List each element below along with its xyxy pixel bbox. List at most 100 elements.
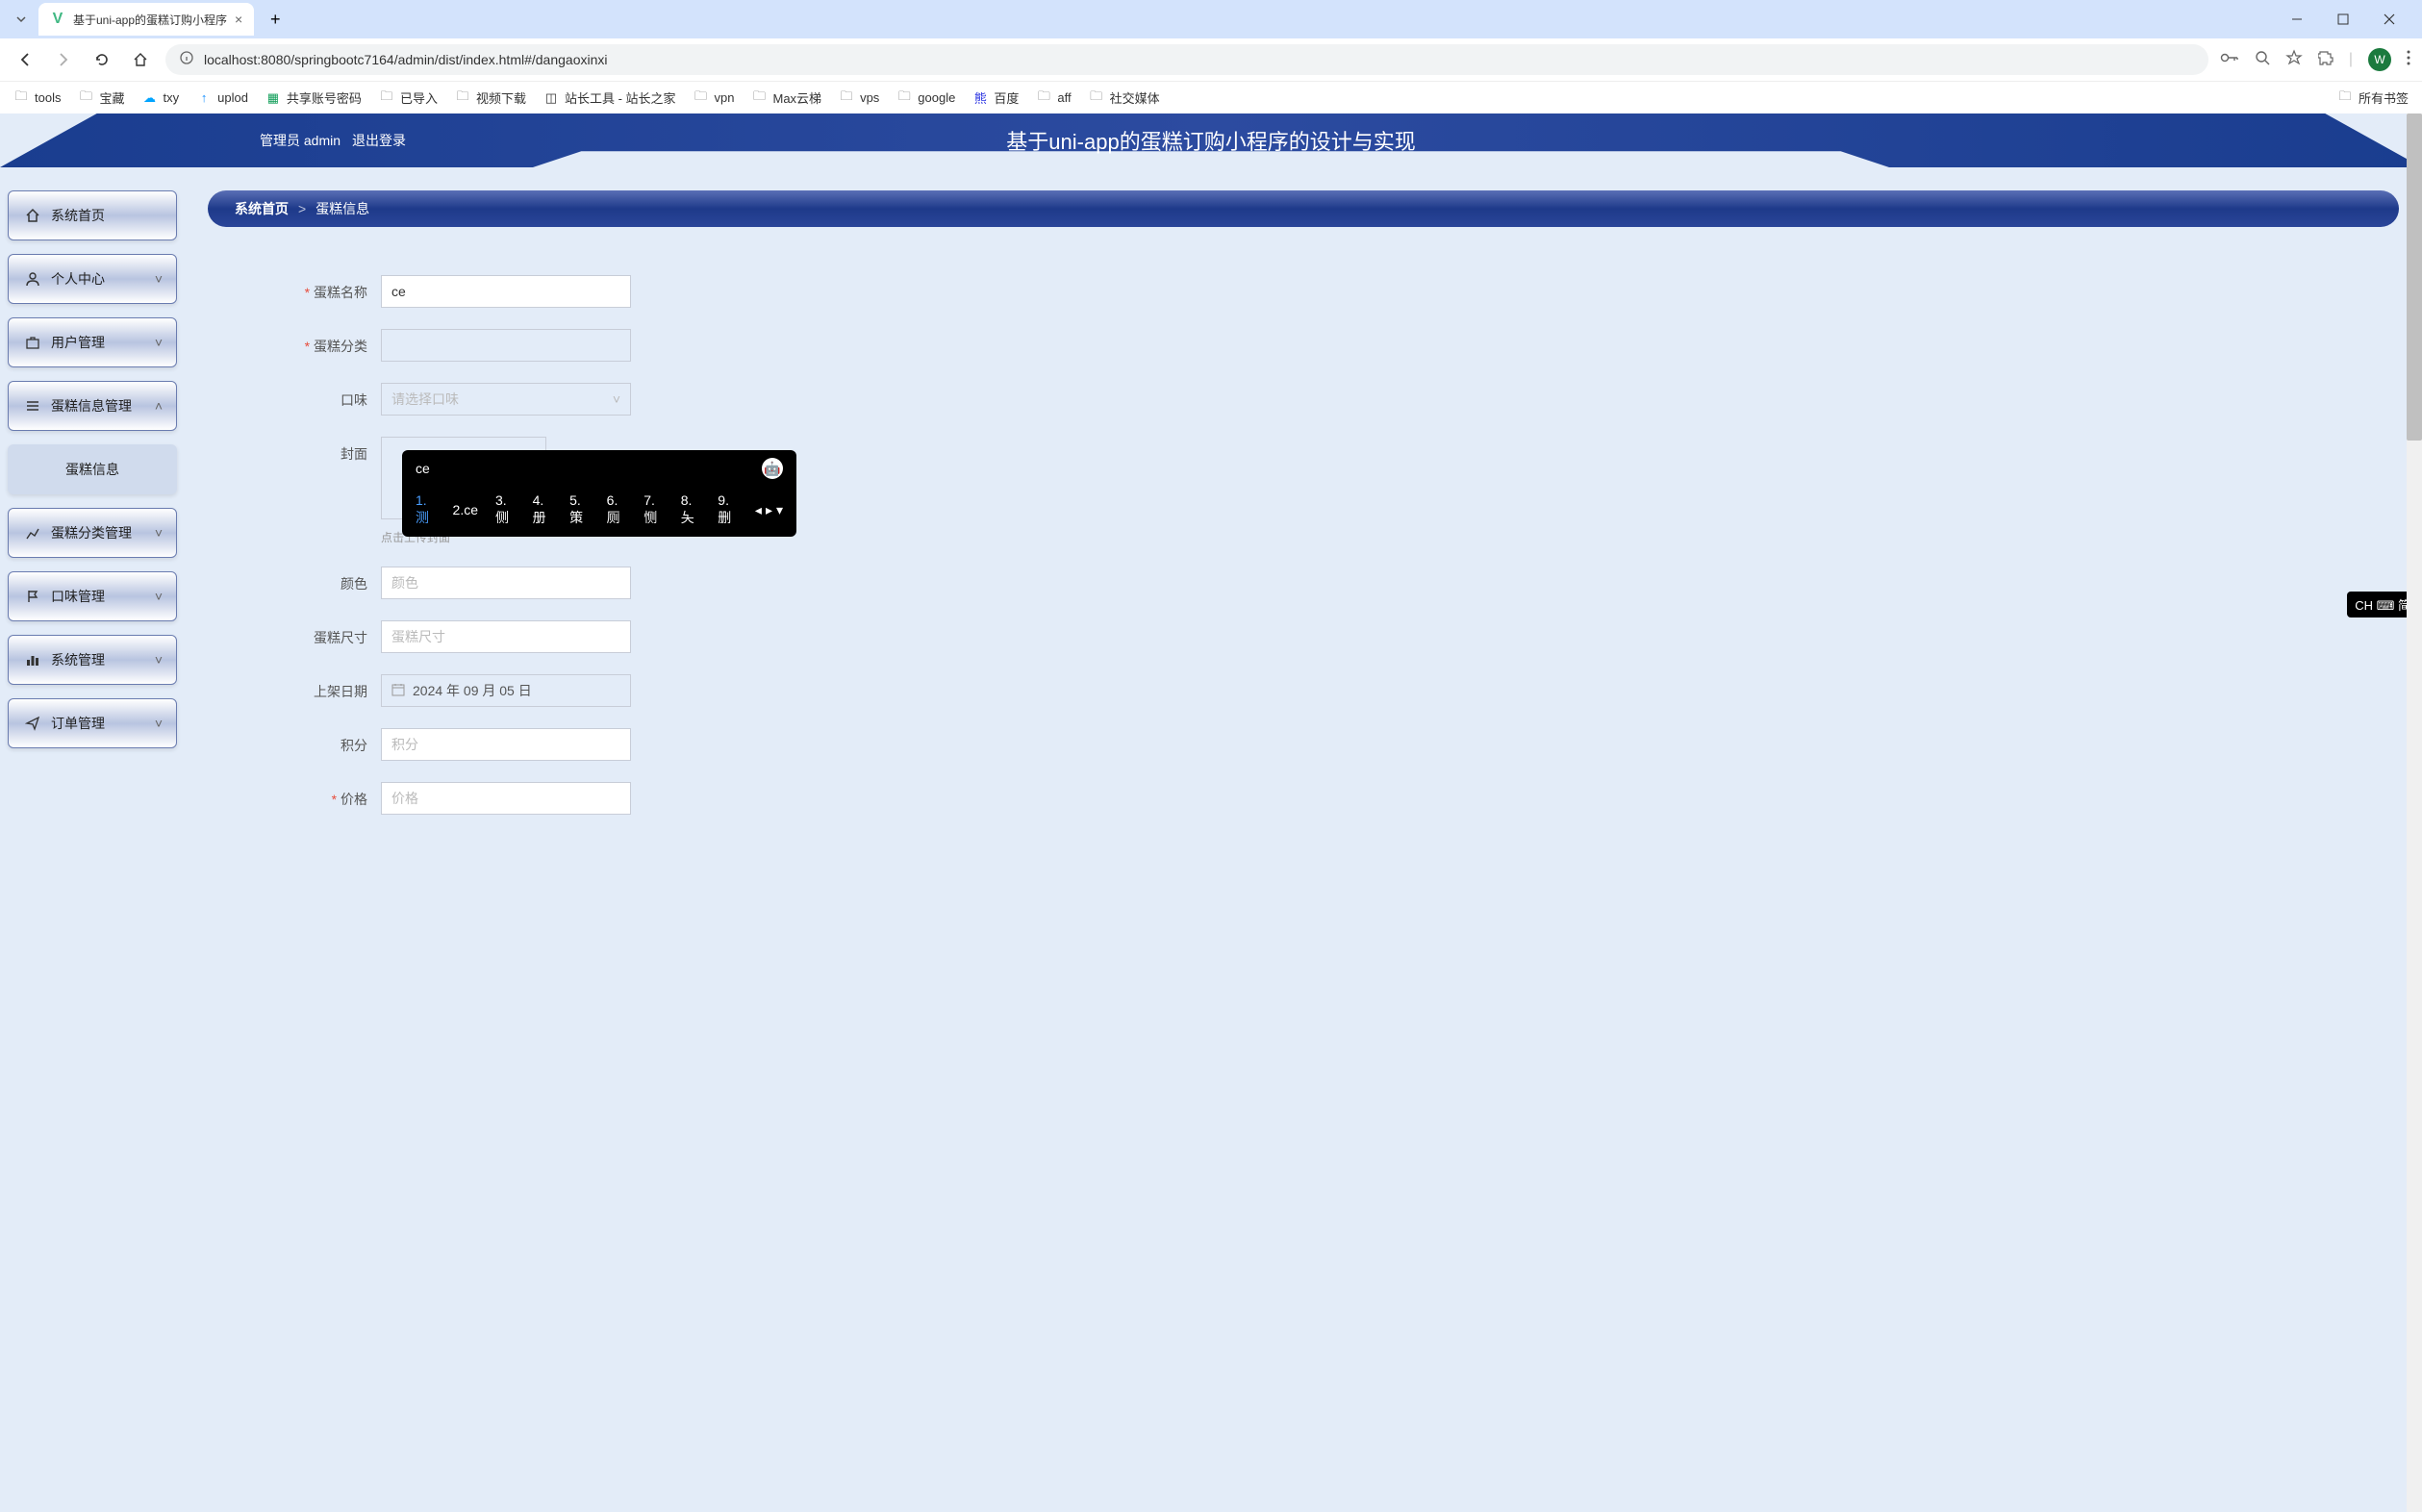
tab-title: 基于uni-app的蛋糕订购小程序 [73, 12, 227, 28]
form-row-size: 蛋糕尺寸 [265, 620, 1016, 653]
ime-prev-icon[interactable]: ◂ [755, 502, 762, 518]
tab-bar: V 基于uni-app的蛋糕订购小程序 × + [0, 0, 2422, 38]
browser-tab[interactable]: V 基于uni-app的蛋糕订购小程序 × [38, 3, 254, 36]
window-controls [2283, 6, 2414, 33]
form-row-points: 积分 [265, 728, 1016, 761]
input-cake-name[interactable] [381, 275, 631, 308]
bookmark-video-dl[interactable]: 🗀视频下载 [455, 88, 526, 107]
sidebar-item-personal[interactable]: 个人中心 ˅ [8, 254, 177, 304]
input-size[interactable] [381, 620, 631, 653]
sidebar-item-users[interactable]: 用户管理 ˅ [8, 317, 177, 367]
folder-icon: 🗀 [2337, 90, 2353, 106]
bookmark-upload[interactable]: ↑uplod [196, 90, 248, 106]
bookmark-txy[interactable]: ☁txy [141, 90, 179, 106]
admin-label: 管理员 admin [260, 131, 341, 150]
sidebar-item-home[interactable]: 系统首页 [8, 190, 177, 240]
bookmark-social[interactable]: 🗀社交媒体 [1089, 88, 1160, 107]
scrollbar-track[interactable] [2407, 113, 2422, 1512]
reload-button[interactable] [88, 46, 115, 73]
home-button[interactable] [127, 46, 154, 73]
sidebar-item-flavor[interactable]: 口味管理 ˅ [8, 571, 177, 621]
url-box[interactable]: localhost:8080/springbootc7164/admin/dis… [165, 44, 2208, 75]
ime-candidate-window: ce 🤖 1.测 2.ce 3.侧 4.册 5.策 6.厕 7.恻 8.夨 9.… [402, 450, 796, 537]
header-user-area: 管理员 admin 退出登录 [260, 131, 406, 150]
sheet-icon: ▦ [265, 90, 281, 106]
sidebar-item-cake-info[interactable]: 蛋糕信息管理 ˄ [8, 381, 177, 431]
ime-next-icon[interactable]: ▸ [766, 502, 772, 518]
close-window-button[interactable] [2376, 6, 2403, 33]
ime-candidate-1[interactable]: 1.测 [416, 492, 436, 527]
zoom-icon[interactable] [2255, 50, 2270, 70]
form-row-date: 上架日期 2024 年 09 月 05 日 [265, 674, 1016, 707]
ime-candidate-8[interactable]: 8.夨 [681, 492, 701, 527]
input-date[interactable]: 2024 年 09 月 05 日 [381, 674, 631, 707]
maximize-button[interactable] [2330, 6, 2357, 33]
home-icon [24, 208, 41, 223]
bookmark-aff[interactable]: 🗀aff [1036, 90, 1071, 106]
bookmark-shared-pw[interactable]: ▦共享账号密码 [265, 88, 362, 107]
ime-candidate-5[interactable]: 5.策 [569, 492, 590, 527]
address-bar-actions: | W [2220, 48, 2410, 71]
form-row-cake-name: 蛋糕名称 [265, 275, 1016, 308]
address-bar: localhost:8080/springbootc7164/admin/dis… [0, 38, 2422, 81]
select-flavor[interactable]: 请选择口味 ˅ [381, 383, 631, 416]
ime-candidate-2[interactable]: 2.ce [453, 502, 478, 517]
all-bookmarks-button[interactable]: 🗀所有书签 [2337, 88, 2409, 107]
label-flavor: 口味 [265, 383, 381, 410]
breadcrumb-sep: > [298, 201, 306, 216]
label-size: 蛋糕尺寸 [265, 620, 381, 647]
ime-expand-icon[interactable]: ▾ [776, 502, 783, 518]
sidebar-item-orders[interactable]: 订单管理 ˅ [8, 698, 177, 748]
logout-link[interactable]: 退出登录 [352, 131, 406, 150]
bookmark-imported[interactable]: 🗀已导入 [379, 88, 438, 107]
bookmark-zhanzhang[interactable]: ◫站长工具 - 站长之家 [543, 88, 676, 107]
breadcrumb: 系统首页 > 蛋糕信息 [208, 190, 2399, 227]
password-key-icon[interactable] [2220, 50, 2239, 70]
url-text: localhost:8080/springbootc7164/admin/dis… [204, 52, 608, 67]
forward-button[interactable] [50, 46, 77, 73]
menu-dots-icon[interactable] [2407, 50, 2410, 70]
sidebar-subitem-cake-info[interactable]: 蛋糕信息 [8, 444, 177, 494]
label-date: 上架日期 [265, 674, 381, 701]
sidebar-item-system[interactable]: 系统管理 ˅ [8, 635, 177, 685]
cloud-icon: ☁ [141, 90, 157, 106]
folder-icon: 🗀 [78, 90, 93, 106]
site-info-icon[interactable] [179, 50, 194, 70]
minimize-button[interactable] [2283, 6, 2310, 33]
tab-close-icon[interactable]: × [235, 12, 242, 27]
send-icon [24, 716, 41, 731]
ime-assistant-icon[interactable]: 🤖 [762, 458, 783, 479]
bookmark-google[interactable]: 🗀google [896, 90, 955, 106]
sidebar: 系统首页 个人中心 ˅ 用户管理 ˅ 蛋糕信息管理 [0, 167, 185, 878]
scrollbar-thumb[interactable] [2407, 113, 2422, 441]
ime-candidate-9[interactable]: 9.删 [718, 492, 738, 527]
chevron-up-icon: ˄ [155, 398, 163, 414]
bookmark-tools[interactable]: 🗀tools [13, 90, 61, 106]
breadcrumb-home[interactable]: 系统首页 [235, 199, 289, 218]
bookmark-baozang[interactable]: 🗀宝藏 [78, 88, 124, 107]
bookmark-vps[interactable]: 🗀vps [839, 90, 879, 106]
back-button[interactable] [12, 46, 38, 73]
profile-avatar[interactable]: W [2368, 48, 2391, 71]
bars-icon [24, 652, 41, 668]
tab-search-dropdown[interactable] [8, 6, 35, 33]
bookmark-baidu[interactable]: 熊百度 [972, 88, 1019, 107]
extensions-icon[interactable] [2318, 50, 2334, 70]
folder-icon: 🗀 [455, 90, 470, 106]
sidebar-item-cake-category[interactable]: 蛋糕分类管理 ˅ [8, 508, 177, 558]
input-points[interactable] [381, 728, 631, 761]
breadcrumb-current: 蛋糕信息 [315, 199, 369, 218]
ime-candidate-3[interactable]: 3.侧 [495, 492, 516, 527]
chevron-down-icon: ˅ [155, 716, 163, 731]
bookmark-max[interactable]: 🗀Max云梯 [752, 88, 822, 107]
select-cake-category[interactable] [381, 329, 631, 362]
ime-candidate-6[interactable]: 6.厕 [607, 492, 627, 527]
input-color[interactable] [381, 567, 631, 599]
input-price[interactable] [381, 782, 631, 815]
label-cake-category: 蛋糕分类 [265, 329, 381, 356]
ime-candidate-7[interactable]: 7.恻 [643, 492, 664, 527]
ime-candidate-4[interactable]: 4.册 [533, 492, 553, 527]
bookmark-star-icon[interactable] [2285, 49, 2303, 71]
bookmark-vpn[interactable]: 🗀vpn [694, 90, 735, 106]
new-tab-button[interactable]: + [262, 6, 289, 33]
